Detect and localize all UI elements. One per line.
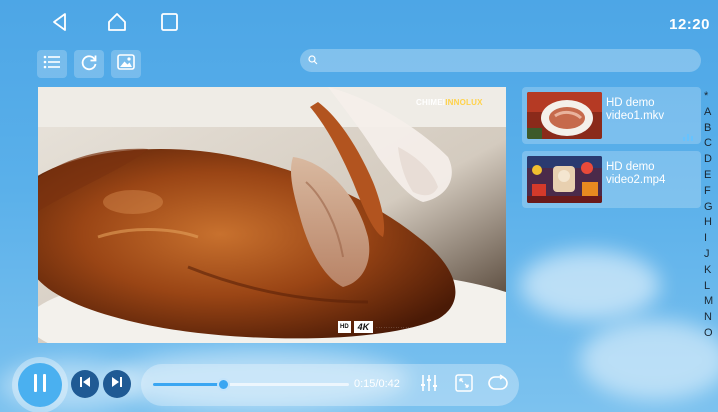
image-button[interactable] [111, 50, 141, 78]
alphabet-letter[interactable]: K [704, 263, 718, 279]
equalizer-icon [419, 373, 439, 398]
seek-bar[interactable] [153, 378, 349, 391]
home-icon[interactable] [105, 10, 129, 34]
alphabet-letter[interactable]: M [704, 294, 718, 310]
skip-next-icon [111, 375, 123, 393]
video-thumbnail [527, 92, 602, 139]
list-icon [43, 54, 61, 75]
back-icon[interactable] [48, 10, 72, 34]
search-icon [308, 52, 318, 70]
playlist-item-title: HD demo video1.mkv [606, 97, 665, 122]
video-player[interactable]: CHIMEIINNOLUX HD 4K · · · · · · · · · · … [38, 87, 506, 343]
video-frame [38, 87, 506, 343]
refresh-icon [79, 52, 99, 77]
alphabet-letter[interactable]: E [704, 168, 718, 184]
video-thumbnail [527, 156, 602, 203]
refresh-button[interactable] [74, 50, 104, 78]
alphabet-letter[interactable]: A [704, 105, 718, 121]
alphabet-letter[interactable]: G [704, 200, 718, 216]
background-cloud [520, 250, 660, 320]
playlist-item-title: HD demo video2.mp4 [606, 161, 666, 186]
4k-logo: 4K [353, 321, 374, 333]
alphabet-letter[interactable]: N [704, 310, 718, 326]
now-playing-icon [683, 128, 693, 141]
recent-apps-icon[interactable] [158, 10, 182, 34]
alphabet-letter[interactable]: I [704, 231, 718, 247]
next-button[interactable] [103, 370, 131, 398]
screen-ratio-button[interactable] [452, 373, 476, 397]
alphabet-letter[interactable]: * [704, 89, 718, 105]
alphabet-letter[interactable]: L [704, 279, 718, 295]
playlist-item[interactable]: HD demo video1.mkv [522, 87, 701, 144]
alphabet-letter[interactable]: J [704, 247, 718, 263]
equalizer-button[interactable] [417, 373, 441, 397]
search-input[interactable] [322, 54, 701, 67]
expand-icon [454, 373, 474, 398]
pause-button-inner [18, 363, 62, 407]
repeat-button[interactable] [486, 373, 510, 397]
skip-previous-icon [79, 375, 91, 393]
alphabet-letter[interactable]: D [704, 152, 718, 168]
status-bar: 12:20 [0, 0, 718, 40]
video-brand-watermark: CHIMEIINNOLUX [416, 98, 483, 107]
repeat-icon [487, 373, 509, 397]
previous-button[interactable] [71, 370, 99, 398]
pause-button[interactable] [12, 357, 68, 412]
alphabet-letter[interactable]: C [704, 136, 718, 152]
alphabet-letter[interactable]: F [704, 184, 718, 200]
pause-icon [32, 373, 48, 398]
alphabet-letter[interactable]: O [704, 326, 718, 342]
alphabet-index[interactable]: * A B C D E F G H I J K L M N O [704, 89, 718, 342]
seek-bar-handle[interactable] [216, 378, 230, 391]
logo-fine-print: · · · · · · · · · · · · · · · · · · · [376, 324, 422, 330]
status-clock: 12:20 [669, 16, 710, 33]
playback-control-bar: 0:15/0:42 [141, 364, 519, 406]
alphabet-letter[interactable]: H [704, 215, 718, 231]
seek-bar-progress [153, 383, 223, 386]
playlist-item[interactable]: HD demo video2.mp4 [522, 151, 701, 208]
list-view-button[interactable] [37, 50, 67, 78]
playback-time: 0:15/0:42 [354, 378, 400, 390]
image-icon [116, 53, 136, 76]
hd-logo: HD [338, 321, 351, 333]
search-bar[interactable] [300, 49, 701, 72]
background-cloud [580, 320, 718, 400]
video-logo-strip: HD 4K · · · · · · · · · · · · · · · · · … [338, 320, 436, 334]
alphabet-letter[interactable]: B [704, 121, 718, 137]
